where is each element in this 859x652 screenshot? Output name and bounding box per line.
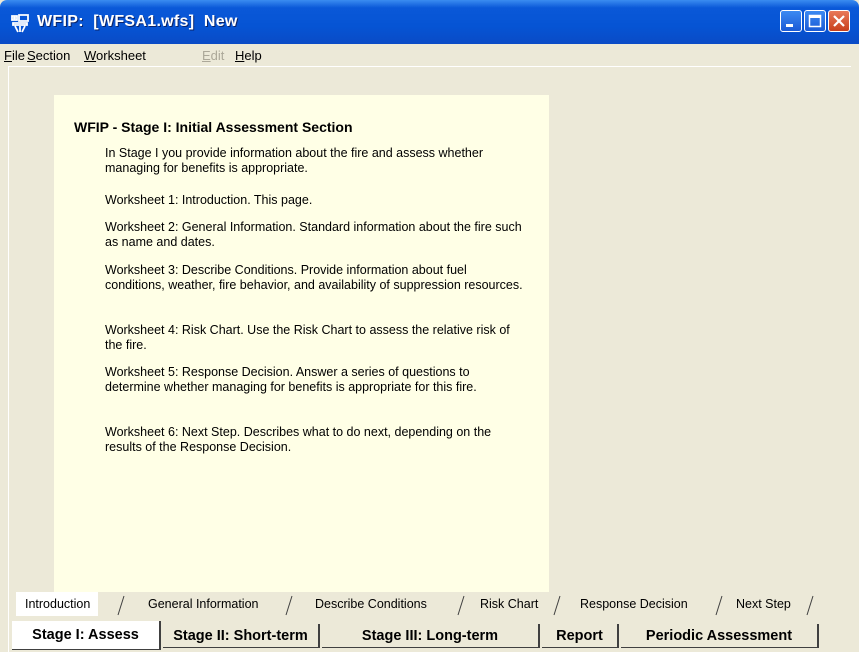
maximize-icon (808, 14, 822, 28)
menu-worksheet[interactable]: Worksheet (84, 48, 146, 63)
tab-stage-3-label: Stage III: Long-term (361, 627, 499, 644)
tab-stage-1-assess[interactable]: Stage I: Assess (12, 621, 161, 650)
close-button[interactable] (828, 10, 850, 32)
tab-separator (553, 595, 561, 616)
worksheet-4-description: Worksheet 4: Risk Chart. Use the Risk Ch… (105, 323, 510, 352)
menu-section[interactable]: Section (27, 48, 70, 63)
title-bar[interactable]: WFIP: [WFSA1.wfs] New (0, 0, 859, 44)
tab-general-information-label: General Information (148, 597, 259, 611)
tab-separator (117, 595, 125, 616)
worksheet-3-description: Worksheet 3: Describe Conditions. Provid… (105, 263, 523, 292)
tab-risk-chart-label: Risk Chart (480, 597, 539, 611)
tab-separator (715, 595, 723, 616)
tab-separator (457, 595, 465, 616)
close-icon (833, 15, 845, 27)
tab-describe-conditions-label: Describe Conditions (315, 597, 427, 611)
app-logo-icon (11, 14, 29, 33)
tab-next-step[interactable]: Next Step (736, 592, 791, 616)
menu-bar: File Section Worksheet Edit Help (0, 44, 859, 66)
intro-paragraph: In Stage I you provide information about… (105, 146, 484, 175)
minimize-button[interactable] (780, 10, 802, 32)
menu-file[interactable]: File (4, 48, 25, 63)
tab-next-step-label: Next Step (736, 597, 791, 611)
tab-stage-3-long-term[interactable]: Stage III: Long-term (322, 624, 540, 648)
tab-periodic-assessment[interactable]: Periodic Assessment (621, 624, 819, 648)
worksheet-6-description: Worksheet 6: Next Step. Describes what t… (105, 425, 492, 454)
stage-tabs: Stage I: Assess Stage II: Short-term Sta… (12, 621, 832, 650)
tab-periodic-assessment-label: Periodic Assessment (645, 627, 793, 644)
worksheet-tabs: Introduction General Information Describ… (16, 592, 836, 616)
tab-response-decision-label: Response Decision (580, 597, 688, 611)
tab-report[interactable]: Report (542, 624, 619, 648)
maximize-button[interactable] (804, 10, 826, 32)
tab-describe-conditions[interactable]: Describe Conditions (315, 592, 427, 616)
worksheet-2-description: Worksheet 2: General Information. Standa… (105, 220, 522, 249)
worksheet-1-description: Worksheet 1: Introduction. This page. (105, 193, 313, 207)
tab-stage-1-label: Stage I: Assess (32, 627, 139, 643)
section-heading: WFIP - Stage I: Initial Assessment Secti… (74, 119, 353, 135)
tab-stage-2-short-term[interactable]: Stage II: Short-term (163, 624, 320, 648)
window-title: WFIP: [WFSA1.wfs] New (37, 13, 238, 30)
tab-separator (806, 595, 814, 616)
tab-response-decision[interactable]: Response Decision (580, 592, 688, 616)
tab-introduction-label: Introduction (25, 597, 91, 611)
minimize-icon (786, 24, 793, 27)
tab-general-information[interactable]: General Information (148, 592, 258, 616)
tab-report-label: Report (556, 627, 603, 644)
tab-introduction[interactable]: Introduction (16, 592, 99, 616)
menu-help[interactable]: Help (235, 48, 262, 63)
tab-risk-chart[interactable]: Risk Chart (480, 592, 538, 616)
content-panel: WFIP - Stage I: Initial Assessment Secti… (54, 95, 549, 592)
tab-stage-2-label: Stage II: Short-term (173, 627, 308, 644)
worksheet-5-description: Worksheet 5: Response Decision. Answer a… (105, 365, 477, 394)
tab-separator (285, 595, 293, 616)
menu-edit[interactable]: Edit (202, 48, 224, 63)
